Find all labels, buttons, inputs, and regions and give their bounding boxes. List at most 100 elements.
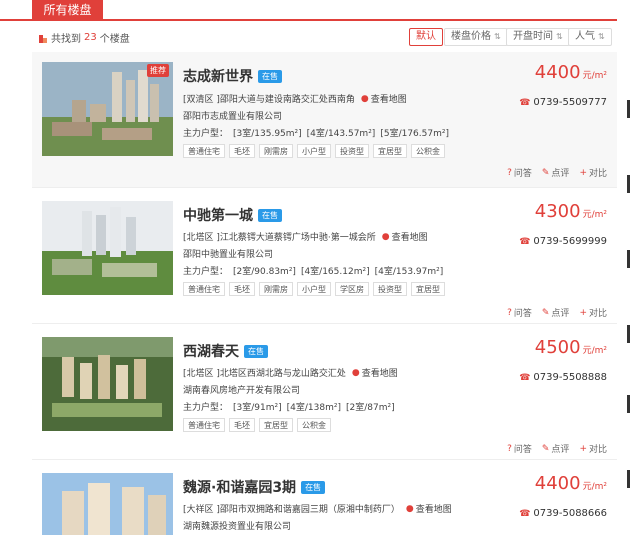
ask-button[interactable]: ? 问答 <box>507 442 532 456</box>
toolbar: 共找到 23 个楼盘 默认 楼盘价格 ⇅ 开盘时间 ⇅ 人气 ⇅ <box>0 22 617 50</box>
listing-title: 魏源·和谐嘉园3期 在售 <box>183 477 326 497</box>
sort-default-button[interactable]: 默认 <box>409 28 443 46</box>
main-units: 主力户型： [3室/135.95m²] [4室/143.57m²] [5室/17… <box>183 126 449 139</box>
feature-tags: 普通住宅 毛坯 刚需房 小户型 投资型 宜居型 公积金 <box>183 144 445 158</box>
listing-name[interactable]: 魏源·和谐嘉园3期 <box>183 477 296 497</box>
location-pin-icon: ● <box>351 367 360 378</box>
listing-title: 中驰第一城 在售 <box>183 205 282 225</box>
edge-marker <box>627 470 630 488</box>
view-map-link[interactable]: ● 查看地图 <box>405 502 452 516</box>
listing-name[interactable]: 中驰第一城 <box>183 205 253 225</box>
listing-address: [双清区 ]邵阳大道与建设南路交汇处西南角 ● 查看地图 <box>183 92 407 106</box>
status-badge: 在售 <box>301 480 326 494</box>
plus-icon: + <box>579 167 587 178</box>
edge-marker <box>627 325 630 343</box>
listing-thumbnail[interactable]: 推荐 <box>42 62 173 156</box>
compare-button[interactable]: + 对比 <box>579 166 607 180</box>
price: 4300 元/m² <box>535 201 607 222</box>
comment-icon: ✎ <box>541 167 550 178</box>
status-badge: 在售 <box>258 69 282 83</box>
listing-actions: ? 问答 ✎ 点评 + 对比 <box>507 306 607 320</box>
phone-number: 0739-5699999 <box>533 236 607 247</box>
compare-label: 对比 <box>588 309 607 319</box>
building-rendering-image <box>42 201 173 295</box>
sort-open-date-button[interactable]: 开盘时间 ⇅ <box>506 28 570 46</box>
sort-icon: ⇅ <box>598 32 605 41</box>
review-button[interactable]: ✎ 点评 <box>542 306 570 320</box>
sort-icon: ⇅ <box>494 32 501 41</box>
phone-icon: ☎ <box>519 97 531 108</box>
main-units: 主力户型： [3室/91m²] [4室/138m²] [2室/87m²] <box>183 400 395 413</box>
price-value: 4300 <box>534 201 581 222</box>
compare-button[interactable]: + 对比 <box>579 442 607 456</box>
listing-thumbnail[interactable] <box>42 473 173 535</box>
sort-price-button[interactable]: 楼盘价格 ⇅ <box>444 28 508 46</box>
review-button[interactable]: ✎ 点评 <box>541 166 570 180</box>
tab-all-projects[interactable]: 所有楼盘 <box>32 0 103 21</box>
status-badge: 在售 <box>244 344 268 358</box>
listing-actions: ? 问答 ✎ 点评 + 对比 <box>507 166 607 180</box>
found-count: 23 <box>84 32 97 43</box>
view-map-label: 查看地图 <box>391 233 428 243</box>
listing-item: 魏源·和谐嘉园3期 在售 [大祥区 ]邵阳市双拥路和谐嘉园三期（原湘中制药厂） … <box>32 461 617 535</box>
ask-label: 问答 <box>513 169 532 179</box>
feature-tag: 刚需房 <box>259 144 293 158</box>
phone-icon: ☎ <box>519 508 531 519</box>
feature-tag: 普通住宅 <box>183 144 225 158</box>
building-icon <box>39 34 47 43</box>
listing-address: [北塔区 ]北塔区西湖北路与龙山路交汇处 ● 查看地图 <box>183 366 398 380</box>
view-map-label: 查看地图 <box>361 369 398 379</box>
feature-tag: 小户型 <box>297 144 331 158</box>
sort-default-label: 默认 <box>416 31 436 42</box>
sort-popularity-label: 人气 <box>575 31 595 42</box>
ask-button[interactable]: ? 问答 <box>507 166 532 180</box>
price: 4500 元/m² <box>535 337 607 358</box>
edge-marker <box>627 250 630 268</box>
listing-item: 中驰第一城 在售 [北塔区 ]江北蔡锷大道蔡锷广场中驰·第一城会所 ● 查看地图 … <box>32 189 617 324</box>
address-text: [北塔区 ]北塔区西湖北路与龙山路交汇处 <box>183 369 346 379</box>
listing-thumbnail[interactable] <box>42 337 173 431</box>
phone: ☎ 0739-5699999 <box>519 236 607 247</box>
question-icon: ? <box>507 307 512 318</box>
feature-tags: 普通住宅 毛坯 刚需房 小户型 学区房 投资型 宜居型 <box>183 282 445 296</box>
compare-label: 对比 <box>588 445 607 455</box>
feature-tag: 小户型 <box>297 282 331 296</box>
phone-number: 0739-5508888 <box>533 372 607 383</box>
location-pin-icon: ● <box>405 503 414 514</box>
location-pin-icon: ● <box>381 231 390 242</box>
main-units: 主力户型： [2室/90.83m²] [4室/165.12m²] [4室/153… <box>183 264 443 277</box>
review-button[interactable]: ✎ 点评 <box>542 442 570 456</box>
edge-marker <box>627 100 630 118</box>
listing-item: 推荐 志成新世界 在售 [双清区 ]邵阳大道与建设南路交汇处西南角 ● 查看地图 … <box>32 52 617 188</box>
ask-button[interactable]: ? 问答 <box>507 306 532 320</box>
price: 4400 元/m² <box>535 473 607 494</box>
sort-open-date-label: 开盘时间 <box>513 31 553 42</box>
sort-popularity-button[interactable]: 人气 ⇅ <box>568 28 612 46</box>
review-label: 点评 <box>551 309 570 319</box>
feature-tag: 宜居型 <box>259 418 293 432</box>
phone: ☎ 0739-5509777 <box>519 97 607 108</box>
listing-name[interactable]: 志成新世界 <box>183 66 253 86</box>
feature-tag: 刚需房 <box>259 282 293 296</box>
price-value: 4500 <box>534 337 581 358</box>
view-map-link[interactable]: ● 查看地图 <box>351 366 398 380</box>
unit-type: [4室/165.12m²] <box>300 267 370 277</box>
ask-label: 问答 <box>513 445 532 455</box>
compare-label: 对比 <box>588 169 607 179</box>
listing-title: 志成新世界 在售 <box>183 66 282 86</box>
feature-tag: 宜居型 <box>373 144 407 158</box>
view-map-link[interactable]: ● 查看地图 <box>381 230 428 244</box>
feature-tag: 毛坯 <box>229 418 255 432</box>
unit-type: [2室/90.83m²] <box>233 267 296 277</box>
developer-name: 邵阳市志成置业有限公司 <box>183 112 283 122</box>
phone: ☎ 0739-5508888 <box>519 372 607 383</box>
feature-tag: 宜居型 <box>411 282 445 296</box>
listing-thumbnail[interactable] <box>42 201 173 295</box>
edge-marker <box>627 175 630 193</box>
view-map-link[interactable]: ● 查看地图 <box>361 92 407 106</box>
listing-name[interactable]: 西湖春天 <box>183 341 239 361</box>
compare-button[interactable]: + 对比 <box>579 306 607 320</box>
question-icon: ? <box>507 443 512 454</box>
listing-address: [北塔区 ]江北蔡锷大道蔡锷广场中驰·第一城会所 ● 查看地图 <box>183 230 428 244</box>
listing-address: [大祥区 ]邵阳市双拥路和谐嘉园三期（原湘中制药厂） ● 查看地图 <box>183 502 452 516</box>
